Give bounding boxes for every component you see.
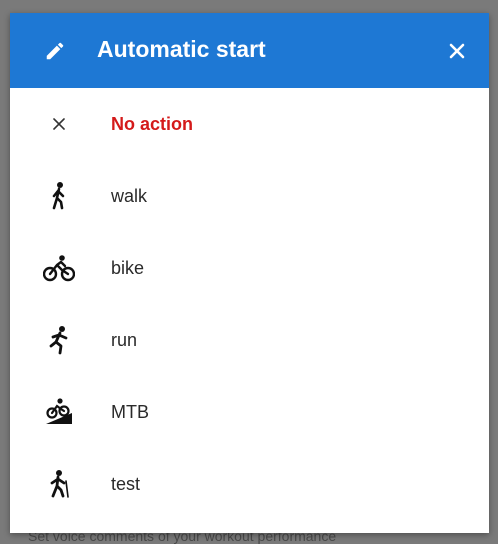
close-icon [42,107,76,141]
activity-list: No action walk bike run MTB test [10,88,489,520]
option-test[interactable]: test [10,448,489,520]
option-label: run [111,329,138,350]
option-label: bike [111,257,145,278]
run-icon [42,323,76,357]
dialog-title: Automatic start [97,36,266,62]
automatic-start-dialog: Automatic start No action walk bike run … [10,13,489,533]
option-mtb[interactable]: MTB [10,376,489,448]
option-label: test [111,473,141,494]
hiking-icon [42,467,76,501]
pencil-icon [44,40,66,62]
bike-icon [42,251,76,285]
option-run[interactable]: run [10,304,489,376]
close-icon [449,43,465,59]
option-label: MTB [111,401,149,422]
dialog-header: Automatic start [10,13,489,88]
option-walk[interactable]: walk [10,160,489,232]
option-label: walk [111,185,148,206]
close-button[interactable] [441,35,473,67]
mtb-icon [42,395,76,429]
walk-icon [42,179,76,213]
option-bike[interactable]: bike [10,232,489,304]
option-label: No action [111,113,194,134]
option-no-action[interactable]: No action [10,88,489,160]
